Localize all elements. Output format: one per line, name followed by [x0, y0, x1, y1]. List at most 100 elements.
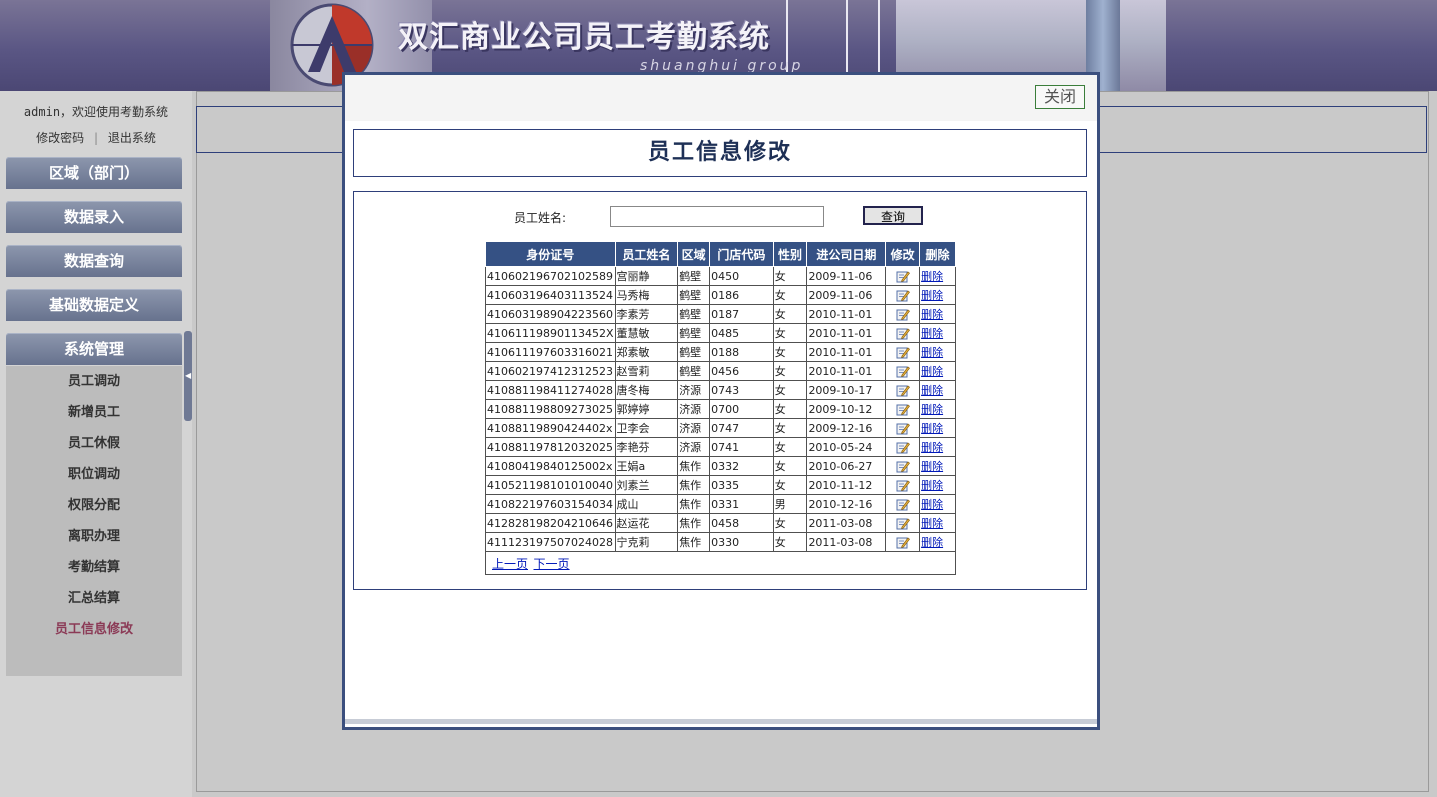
cell-edit	[885, 494, 921, 514]
column-header-delete: 删除	[919, 241, 956, 267]
cell-region: 鹤壁	[677, 323, 711, 343]
edit-icon[interactable]	[896, 384, 910, 397]
menu-data-query[interactable]: 数据查询	[6, 245, 182, 277]
cell-id-number: 410602197412312523	[485, 361, 616, 381]
delete-link[interactable]: 删除	[921, 346, 943, 359]
change-password-link[interactable]: 修改密码	[36, 131, 84, 145]
submenu-employee-info-edit[interactable]: 员工信息修改	[6, 614, 182, 645]
employee-edit-dialog: 关闭 员工信息修改 员工姓名: 查询 身份证号 员工姓名 区域 门店代码 性别 …	[342, 72, 1100, 730]
column-header-join-date: 进公司日期	[806, 241, 887, 267]
column-header-employee-name: 员工姓名	[614, 241, 679, 267]
dialog-toolbar: 关闭	[345, 75, 1097, 121]
delete-link[interactable]: 删除	[921, 460, 943, 473]
edit-icon[interactable]	[896, 270, 910, 283]
submenu-employee-leave[interactable]: 员工休假	[6, 428, 182, 459]
edit-icon[interactable]	[896, 479, 910, 492]
cell-join-date: 2011-03-08	[806, 513, 887, 533]
delete-link[interactable]: 删除	[921, 308, 943, 321]
submenu-summary-settlement[interactable]: 汇总结算	[6, 583, 182, 614]
cell-region: 焦作	[677, 475, 711, 495]
table-row: 410881197812032025 李艳芬 济源 0741 女 2010-05-24 删除	[485, 437, 956, 457]
cell-edit	[885, 513, 921, 533]
cell-store-code: 0186	[709, 285, 774, 305]
cell-region: 鹤壁	[677, 304, 711, 324]
edit-icon[interactable]	[896, 422, 910, 435]
menu-region-department[interactable]: 区域（部门）	[6, 157, 182, 189]
cell-delete: 删除	[919, 380, 956, 400]
cell-id-number: 410602196702102589	[485, 266, 616, 286]
table-header-row: 身份证号 员工姓名 区域 门店代码 性别 进公司日期 修改 删除	[485, 241, 956, 267]
delete-link[interactable]: 删除	[921, 365, 943, 378]
next-page-link[interactable]: 下一页	[534, 557, 570, 571]
edit-icon[interactable]	[896, 536, 910, 549]
delete-link[interactable]: 删除	[921, 270, 943, 283]
menu-basic-data-definition[interactable]: 基础数据定义	[6, 289, 182, 321]
cell-employee-name: 唐冬梅	[614, 380, 679, 400]
submenu-resignation[interactable]: 离职办理	[6, 521, 182, 552]
delete-link[interactable]: 删除	[921, 517, 943, 530]
cell-edit	[885, 399, 921, 419]
submenu-attendance-settlement[interactable]: 考勤结算	[6, 552, 182, 583]
cell-id-number: 410603196403113524	[485, 285, 616, 305]
cell-gender: 女	[772, 456, 808, 476]
edit-icon[interactable]	[896, 517, 910, 530]
submenu-add-employee[interactable]: 新增员工	[6, 397, 182, 428]
table-row: 410603196403113524 马秀梅 鹤壁 0186 女 2009-11-06 删除	[485, 285, 956, 305]
edit-icon[interactable]	[896, 460, 910, 473]
cell-region: 焦作	[677, 513, 711, 533]
cell-store-code: 0743	[709, 380, 774, 400]
edit-icon[interactable]	[896, 498, 910, 511]
cell-delete: 删除	[919, 494, 956, 514]
delete-link[interactable]: 删除	[921, 479, 943, 492]
delete-link[interactable]: 删除	[921, 289, 943, 302]
employee-name-input[interactable]	[610, 206, 824, 227]
edit-icon[interactable]	[896, 327, 910, 340]
edit-icon[interactable]	[896, 346, 910, 359]
cell-region: 鹤壁	[677, 342, 711, 362]
edit-icon[interactable]	[896, 289, 910, 302]
edit-icon[interactable]	[896, 365, 910, 378]
cell-id-number: 410603198904223560	[485, 304, 616, 324]
cell-join-date: 2009-11-06	[806, 285, 887, 305]
menu-data-entry[interactable]: 数据录入	[6, 201, 182, 233]
system-management-submenu: 员工调动 新增员工 员工休假 职位调动 权限分配 离职办理 考勤结算 汇总结算 …	[6, 366, 182, 676]
delete-link[interactable]: 删除	[921, 422, 943, 435]
delete-link[interactable]: 删除	[921, 536, 943, 549]
delete-link[interactable]: 删除	[921, 384, 943, 397]
cell-employee-name: 郭婷婷	[614, 399, 679, 419]
dialog-footer-bar	[345, 719, 1097, 724]
delete-link[interactable]: 删除	[921, 498, 943, 511]
cell-join-date: 2009-10-17	[806, 380, 887, 400]
cell-gender: 女	[772, 266, 808, 286]
caret-left-icon: ◀	[185, 371, 192, 380]
cell-delete: 删除	[919, 532, 956, 552]
delete-link[interactable]: 删除	[921, 403, 943, 416]
cell-edit	[885, 475, 921, 495]
table-row: 41088119890424402x 卫李会 济源 0747 女 2009-12-16 删除	[485, 418, 956, 438]
cell-store-code: 0331	[709, 494, 774, 514]
cell-join-date: 2009-11-06	[806, 266, 887, 286]
delete-link[interactable]: 删除	[921, 327, 943, 340]
username: admin	[23, 105, 61, 119]
delete-link[interactable]: 删除	[921, 441, 943, 454]
table-row: 41061119890113452X 董慧敏 鹤壁 0485 女 2010-11-01 删除	[485, 323, 956, 343]
prev-page-link[interactable]: 上一页	[492, 557, 528, 571]
sidebar-collapse-toggle[interactable]: ◀	[184, 331, 192, 421]
cell-store-code: 0188	[709, 342, 774, 362]
submenu-permission-assignment[interactable]: 权限分配	[6, 490, 182, 521]
cell-id-number: 410881198809273025	[485, 399, 616, 419]
edit-icon[interactable]	[896, 403, 910, 416]
cell-delete: 删除	[919, 399, 956, 419]
submenu-position-transfer[interactable]: 职位调动	[6, 459, 182, 490]
cell-employee-name: 赵雪莉	[614, 361, 679, 381]
logout-link[interactable]: 退出系统	[108, 131, 156, 145]
welcome-text: ，欢迎使用考勤系统	[60, 105, 169, 119]
cell-join-date: 2011-03-08	[806, 532, 887, 552]
query-button[interactable]: 查询	[863, 206, 923, 225]
menu-system-management[interactable]: 系统管理	[6, 333, 182, 365]
edit-icon[interactable]	[896, 441, 910, 454]
edit-icon[interactable]	[896, 308, 910, 321]
close-button[interactable]: 关闭	[1035, 85, 1085, 109]
submenu-employee-transfer[interactable]: 员工调动	[6, 366, 182, 397]
cell-gender: 女	[772, 361, 808, 381]
